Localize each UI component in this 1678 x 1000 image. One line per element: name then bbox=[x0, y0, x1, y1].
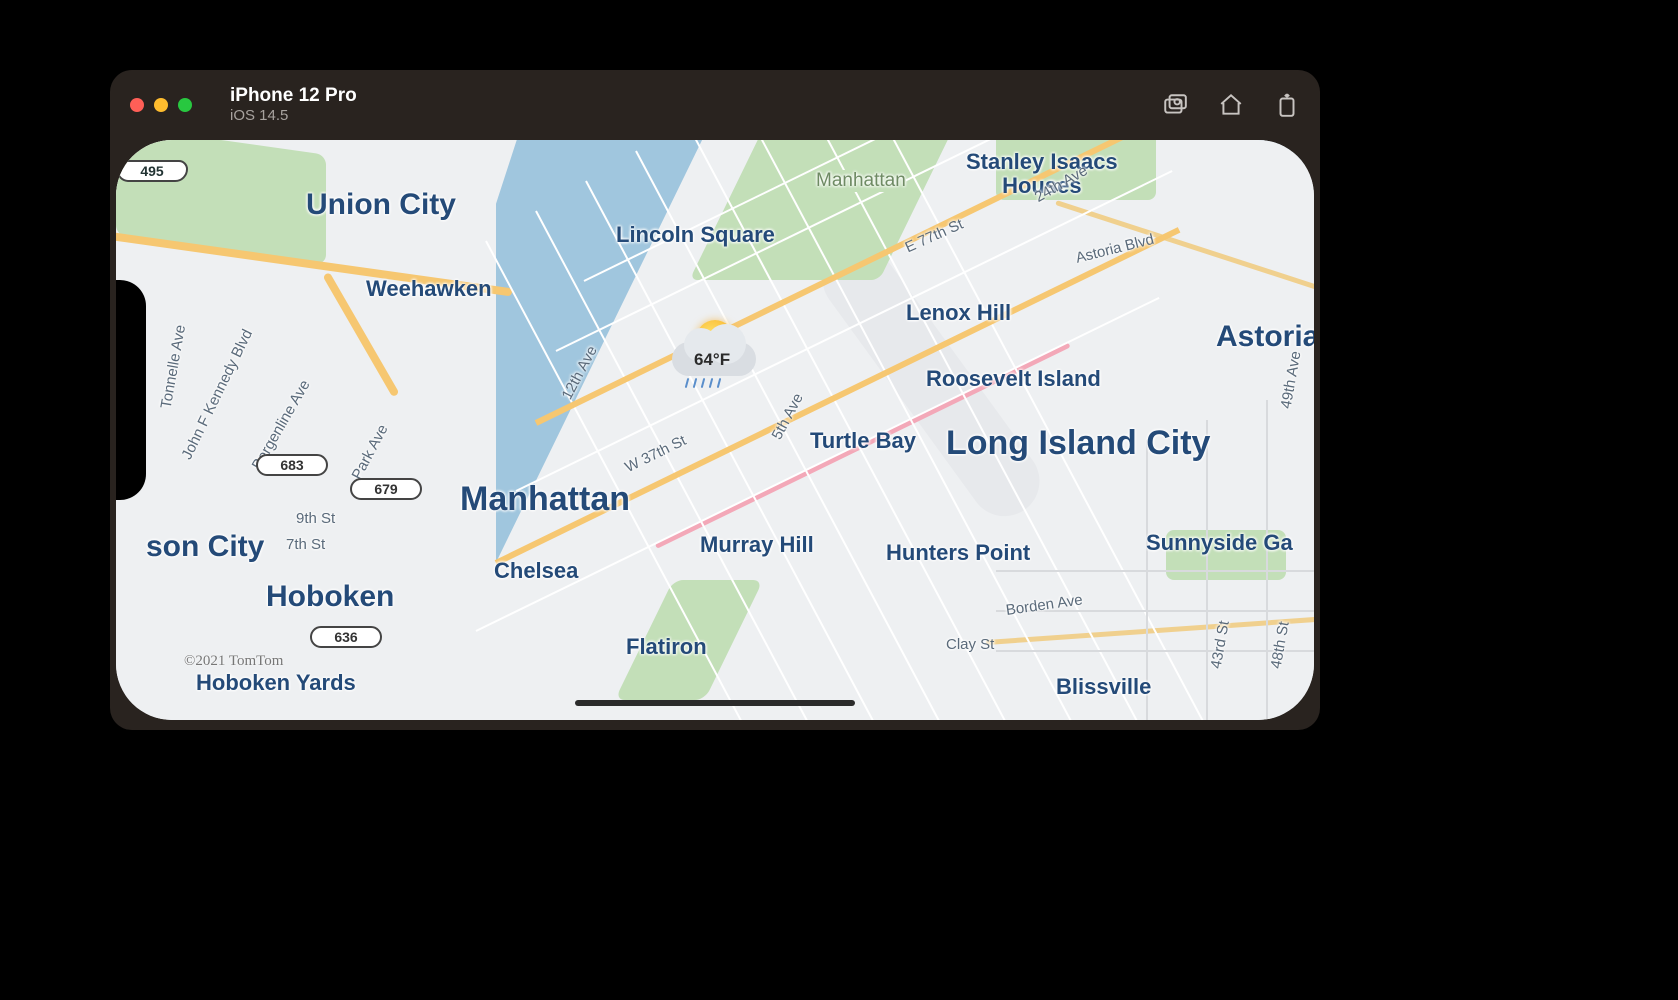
device-screen: Union City Manhattan Hoboken Long Island… bbox=[116, 140, 1314, 720]
shield-683: 683 bbox=[256, 454, 328, 476]
device-notch bbox=[116, 280, 146, 500]
district-chelsea: Chelsea bbox=[494, 558, 578, 584]
street-clay: Clay St bbox=[946, 636, 994, 653]
district-weehawken: Weehawken bbox=[366, 276, 492, 302]
shield-i495: 495 bbox=[116, 160, 188, 182]
rotate-icon[interactable] bbox=[1274, 92, 1300, 118]
device-name: iPhone 12 Pro bbox=[230, 85, 357, 107]
region-son-city: son City bbox=[146, 530, 264, 564]
district-lincoln-sq: Lincoln Square bbox=[616, 222, 775, 248]
map-view[interactable]: Union City Manhattan Hoboken Long Island… bbox=[116, 140, 1314, 720]
os-version: iOS 14.5 bbox=[230, 107, 357, 124]
traffic-lights bbox=[130, 98, 192, 112]
map-attribution: ©2021 TomTom bbox=[184, 653, 283, 670]
district-turtle-bay: Turtle Bay bbox=[810, 428, 916, 454]
street-9th: 9th St bbox=[296, 510, 335, 527]
screenshot-icon[interactable] bbox=[1162, 92, 1188, 118]
region-astoria: Astoria bbox=[1216, 320, 1314, 354]
district-roosevelt-island: Roosevelt Island bbox=[926, 366, 1101, 392]
weather-icon: 64°F bbox=[668, 320, 760, 390]
titlebar: iPhone 12 Pro iOS 14.5 bbox=[110, 70, 1320, 140]
window-title: iPhone 12 Pro iOS 14.5 bbox=[230, 85, 357, 124]
region-lic: Long Island City bbox=[946, 424, 1210, 463]
district-sunnyside: Sunnyside Ga bbox=[1146, 530, 1293, 556]
temperature-label: 64°F bbox=[694, 350, 730, 370]
region-hoboken: Hoboken bbox=[266, 580, 394, 614]
home-icon[interactable] bbox=[1218, 92, 1244, 118]
district-blissville: Blissville bbox=[1056, 674, 1151, 700]
shield-679: 679 bbox=[350, 478, 422, 500]
district-hunters-point: Hunters Point bbox=[886, 540, 1030, 566]
region-union-city: Union City bbox=[306, 188, 456, 222]
weather-annotation[interactable]: 64°F bbox=[668, 320, 760, 390]
district-flatiron: Flatiron bbox=[626, 634, 707, 660]
zoom-button[interactable] bbox=[178, 98, 192, 112]
shield-636: 636 bbox=[310, 626, 382, 648]
street-7th: 7th St bbox=[286, 536, 325, 553]
park-manhattan: Manhattan bbox=[816, 170, 906, 192]
district-lenox-hill: Lenox Hill bbox=[906, 300, 1011, 326]
close-button[interactable] bbox=[130, 98, 144, 112]
region-manhattan: Manhattan bbox=[460, 480, 630, 519]
home-indicator[interactable] bbox=[575, 700, 855, 706]
district-hoboken-yards: Hoboken Yards bbox=[196, 670, 356, 696]
simulator-window: iPhone 12 Pro iOS 14.5 bbox=[110, 70, 1320, 730]
minimize-button[interactable] bbox=[154, 98, 168, 112]
district-murray-hill: Murray Hill bbox=[700, 532, 814, 558]
toolbar bbox=[1162, 92, 1300, 118]
